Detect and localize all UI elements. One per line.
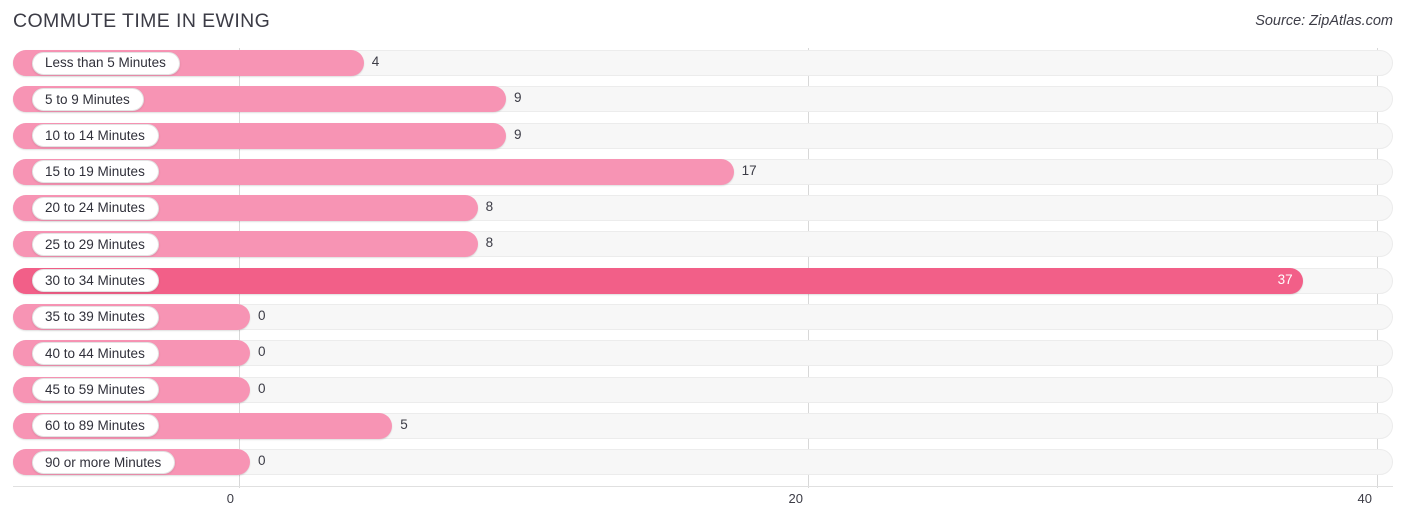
category-label: 20 to 24 Minutes [45,200,145,216]
value-label: 17 [741,162,757,178]
category-label: 40 to 44 Minutes [45,345,145,361]
value-label: 0 [258,308,266,324]
x-axis: 0 20 40 [0,486,1406,524]
category-label: 25 to 29 Minutes [45,236,145,252]
bar-row[interactable]: 10 to 14 Minutes 9 [0,121,1406,151]
category-label: 35 to 39 Minutes [45,309,145,325]
category-label: 45 to 59 Minutes [45,381,145,397]
category-label-pill[interactable]: 30 to 34 Minutes [32,269,159,293]
bar-rows: Less than 5 Minutes 4 5 to 9 Minutes 9 10 to… [0,48,1406,484]
chart-header: COMMUTE TIME IN EWING Source: ZipAtlas.c… [0,0,1406,48]
axis-tick-label: 40 [1357,491,1372,506]
value-label: 0 [258,344,266,360]
value-label: 9 [514,90,522,106]
bar-row[interactable]: 15 to 19 Minutes 17 [0,157,1406,187]
value-label: 8 [485,199,494,215]
category-label-pill[interactable]: 60 to 89 Minutes [32,414,159,438]
category-label: 60 to 89 Minutes [45,418,145,434]
category-label-pill[interactable]: 10 to 14 Minutes [32,124,159,148]
commute-time-chart: COMMUTE TIME IN EWING Source: ZipAtlas.c… [0,0,1406,524]
bar-row[interactable]: 30 to 34 Minutes 37 [0,266,1406,296]
category-label-pill[interactable]: Less than 5 Minutes [32,51,180,75]
bar-row[interactable]: Less than 5 Minutes 4 [0,48,1406,78]
category-label-pill[interactable]: 35 to 39 Minutes [32,305,159,329]
category-label-pill[interactable]: 25 to 29 Minutes [32,232,159,256]
category-label-pill[interactable]: 90 or more Minutes [32,450,176,474]
value-label: 37 [1277,271,1293,287]
source-attribution: Source: ZipAtlas.com [1255,13,1393,29]
axis-tick-label: 20 [788,491,803,506]
page-title: COMMUTE TIME IN EWING [13,10,271,32]
bar-row[interactable]: 20 to 24 Minutes 8 [0,193,1406,223]
category-label: 90 or more Minutes [45,454,162,470]
category-label-pill[interactable]: 45 to 59 Minutes [32,378,159,402]
bar-row[interactable]: 45 to 59 Minutes 0 [0,375,1406,405]
bar-row[interactable]: 35 to 39 Minutes 0 [0,302,1406,332]
category-label-pill[interactable]: 40 to 44 Minutes [32,341,159,365]
bar-row[interactable]: 40 to 44 Minutes 0 [0,338,1406,368]
category-label: Less than 5 Minutes [45,55,166,71]
bar-row[interactable]: 60 to 89 Minutes 5 [0,411,1406,441]
category-label: 30 to 34 Minutes [45,273,145,289]
value-bar[interactable] [13,267,1303,294]
category-label: 10 to 14 Minutes [45,127,145,143]
category-label: 15 to 19 Minutes [45,164,145,180]
value-label: 0 [258,453,266,469]
value-label: 0 [258,380,266,396]
value-label: 5 [400,416,408,432]
category-label-pill[interactable]: 5 to 9 Minutes [32,87,144,111]
category-label: 5 to 9 Minutes [45,91,130,107]
value-label: 8 [485,235,494,251]
plot-area: Less than 5 Minutes 4 5 to 9 Minutes 9 10 to… [0,48,1406,488]
bar-row[interactable]: 25 to 29 Minutes 8 [0,229,1406,259]
axis-line [13,486,1393,487]
value-label: 4 [371,54,380,69]
value-label: 9 [514,126,522,142]
category-label-pill[interactable]: 20 to 24 Minutes [32,196,159,220]
category-label-pill[interactable]: 15 to 19 Minutes [32,160,159,184]
bar-row[interactable]: 90 or more Minutes 0 [0,447,1406,477]
axis-tick-label: 0 [226,491,234,506]
bar-row[interactable]: 5 to 9 Minutes 9 [0,84,1406,114]
